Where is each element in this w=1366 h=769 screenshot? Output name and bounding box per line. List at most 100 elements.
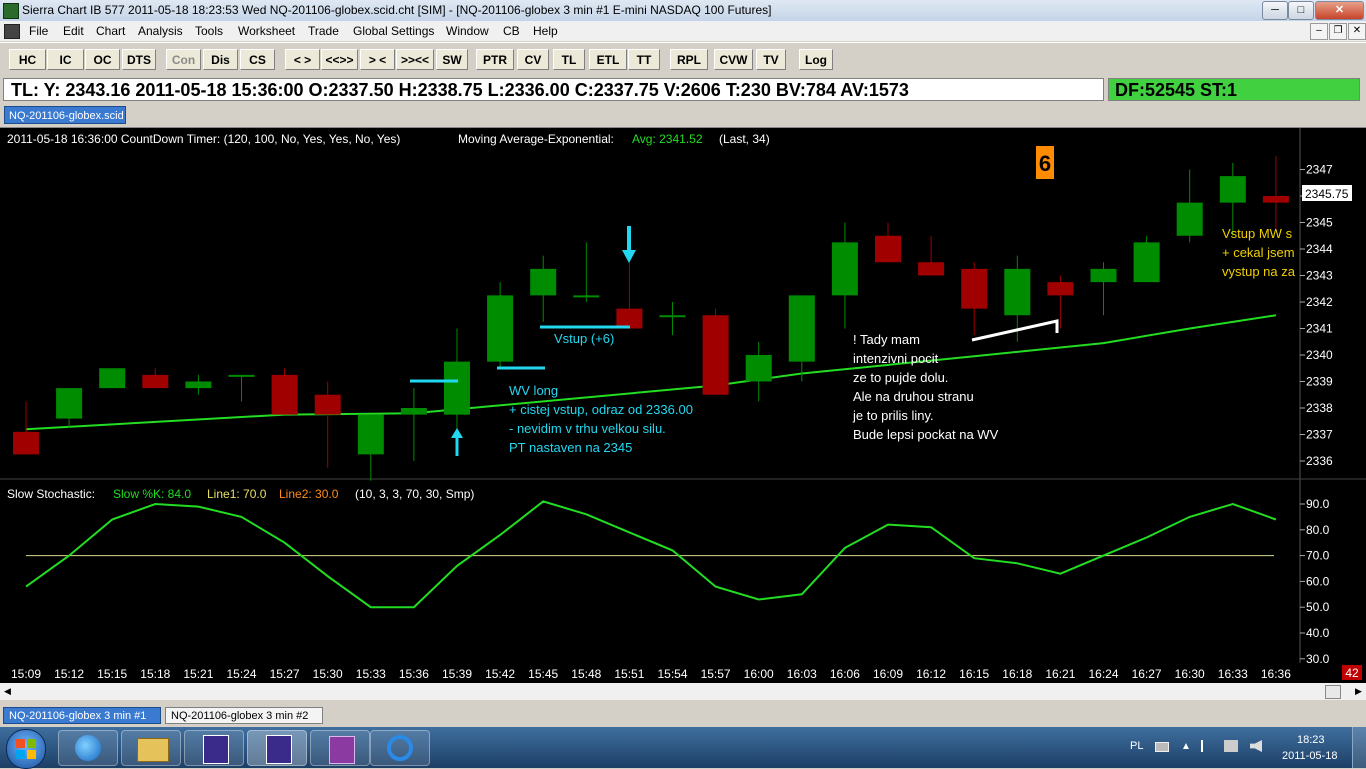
candle-body[interactable] <box>1219 176 1246 203</box>
taskbar-internet-explorer[interactable] <box>370 730 430 766</box>
menu-trade[interactable]: Trade <box>308 24 339 38</box>
candle-body[interactable] <box>530 268 557 296</box>
candle-body[interactable] <box>659 315 686 318</box>
menu-global-settings[interactable]: Global Settings <box>353 24 434 38</box>
toolbar-button-6[interactable]: CS <box>240 49 275 70</box>
candle-body[interactable] <box>185 381 212 389</box>
menu-tools[interactable]: Tools <box>195 24 223 38</box>
toolbar-button-20[interactable]: Log <box>799 49 833 70</box>
scroll-left-icon[interactable]: ◀ <box>4 686 11 697</box>
menu-cb[interactable]: CB <box>503 24 520 38</box>
toolbar-button-9[interactable]: > < <box>360 49 395 70</box>
vstup-mw-annotation-line-0[interactable]: Vstup MW s <box>1222 226 1293 241</box>
candle-body[interactable] <box>271 374 298 415</box>
horizontal-scrollbar[interactable]: ◀ ▶ <box>0 683 1366 700</box>
scroll-thumb[interactable] <box>1325 685 1341 699</box>
wv-long-annotation-line-0[interactable]: WV long <box>509 383 558 398</box>
chartbook-tab-1[interactable]: NQ-201106-globex 3 min #1 <box>3 707 161 724</box>
toolbar-button-2[interactable]: OC <box>85 49 120 70</box>
candle-body[interactable] <box>1090 268 1117 283</box>
vstup-mw-annotation-line-2[interactable]: vystup na za <box>1222 264 1296 279</box>
toolbar-button-3[interactable]: DTS <box>122 49 156 70</box>
candle-body[interactable] <box>1133 242 1160 283</box>
wv-long-annotation-line-1[interactable]: + cistej vstup, odraz od 2336.00 <box>509 402 693 417</box>
language-indicator[interactable]: PL <box>1130 740 1143 752</box>
candle-body[interactable] <box>831 242 858 296</box>
chart-window-icon[interactable] <box>4 24 20 39</box>
toolbar-button-10[interactable]: >><< <box>396 49 434 70</box>
taskbar-explorer[interactable] <box>121 730 181 766</box>
mdi-close-button[interactable]: ✕ <box>1348 23 1366 40</box>
app-icon[interactable] <box>3 3 19 19</box>
close-button[interactable]: ✕ <box>1315 1 1364 20</box>
candle-body[interactable] <box>1176 202 1203 236</box>
tady-annotation-line-2[interactable]: ze to pujde dolu. <box>853 370 948 385</box>
candle-body[interactable] <box>99 368 126 389</box>
tady-annotation-line-1[interactable]: intenzivni pocit <box>853 351 939 366</box>
keyboard-icon[interactable] <box>1155 742 1169 752</box>
candle-body[interactable] <box>875 235 901 263</box>
tady-annotation-line-3[interactable]: Ale na druhou stranu <box>853 389 974 404</box>
taskbar-onenote[interactable] <box>310 730 370 766</box>
taskbar-globe-app[interactable] <box>58 730 118 766</box>
tady-annotation-line-4[interactable]: je to prilis liny. <box>852 408 934 423</box>
candle-body[interactable] <box>1262 196 1289 203</box>
candle-body[interactable] <box>13 431 39 455</box>
vstup-annotation[interactable]: Vstup (+6) <box>554 331 614 346</box>
minimize-button[interactable]: ─ <box>1262 1 1288 20</box>
candle-body[interactable] <box>444 361 470 415</box>
candle-body[interactable] <box>788 295 815 362</box>
toolbar-button-8[interactable]: <<>> <box>321 49 358 70</box>
toolbar-button-5[interactable]: Dis <box>203 49 238 70</box>
candle-body[interactable] <box>314 394 341 415</box>
toolbar-button-19[interactable]: TV <box>756 49 786 70</box>
tady-annotation-line-5[interactable]: Bude lepsi pockat na WV <box>853 427 999 442</box>
menu-help[interactable]: Help <box>533 24 558 38</box>
menu-window[interactable]: Window <box>446 24 489 38</box>
menu-chart[interactable]: Chart <box>96 24 125 38</box>
candle-body[interactable] <box>400 408 427 415</box>
menu-edit[interactable]: Edit <box>63 24 84 38</box>
candle-body[interactable] <box>702 315 729 395</box>
candle-body[interactable] <box>745 355 772 382</box>
toolbar-button-4[interactable]: Con <box>166 49 201 70</box>
white-trendline[interactable] <box>971 319 1059 342</box>
mdi-restore-button[interactable]: ❐ <box>1329 23 1347 40</box>
wv-long-annotation-line-3[interactable]: PT nastaven na 2345 <box>509 440 632 455</box>
flag-icon[interactable] <box>1201 740 1215 752</box>
toolbar-button-13[interactable]: CV <box>517 49 549 70</box>
toolbar-button-7[interactable]: < > <box>285 49 320 70</box>
chart-tab[interactable]: NQ-201106-globex.scid <box>4 106 126 124</box>
volume-icon[interactable] <box>1250 740 1262 752</box>
scroll-right-icon[interactable]: ▶ <box>1355 686 1362 697</box>
toolbar-button-12[interactable]: PTR <box>476 49 514 70</box>
candle-body[interactable] <box>56 388 83 419</box>
mdi-minimize-button[interactable]: – <box>1310 23 1328 40</box>
up-arrow-icon[interactable] <box>451 428 463 438</box>
menu-worksheet[interactable]: Worksheet <box>238 24 295 38</box>
wv-long-annotation-line-2[interactable]: - nevidim v trhu velkou silu. <box>509 421 666 436</box>
toolbar-button-11[interactable]: SW <box>436 49 468 70</box>
tray-date[interactable]: 2011-05-18 <box>1282 750 1337 762</box>
network-icon[interactable] <box>1224 740 1238 752</box>
toolbar-button-16[interactable]: TT <box>628 49 660 70</box>
taskbar-sierra-chart-2[interactable] <box>247 730 307 766</box>
show-desktop-button[interactable] <box>1352 727 1366 768</box>
candle-body[interactable] <box>1004 268 1031 316</box>
tray-expand-icon[interactable]: ▲ <box>1181 741 1191 752</box>
chartbook-tab-2[interactable]: NQ-201106-globex 3 min #2 <box>165 707 323 724</box>
chart-area[interactable]: 2336 2337 2338 2339 2340 2341 2342 2343 2344 2345… <box>0 127 1366 666</box>
toolbar-button-1[interactable]: IC <box>47 49 84 70</box>
vstup-mw-annotation-line-1[interactable]: + cekal jsem <box>1222 245 1295 260</box>
candle-body[interactable] <box>142 374 169 389</box>
toolbar-button-18[interactable]: CVW <box>714 49 753 70</box>
maximize-button[interactable]: □ <box>1288 1 1314 20</box>
toolbar-button-0[interactable]: HC <box>9 49 46 70</box>
candle-body[interactable] <box>918 262 945 276</box>
candle-body[interactable] <box>961 268 988 309</box>
start-button[interactable] <box>6 729 46 769</box>
taskbar-sierra-chart-1[interactable] <box>184 730 244 766</box>
candle-body[interactable] <box>573 295 600 298</box>
stoch-k-line[interactable] <box>25 500 1277 609</box>
candle-body[interactable] <box>228 374 255 377</box>
